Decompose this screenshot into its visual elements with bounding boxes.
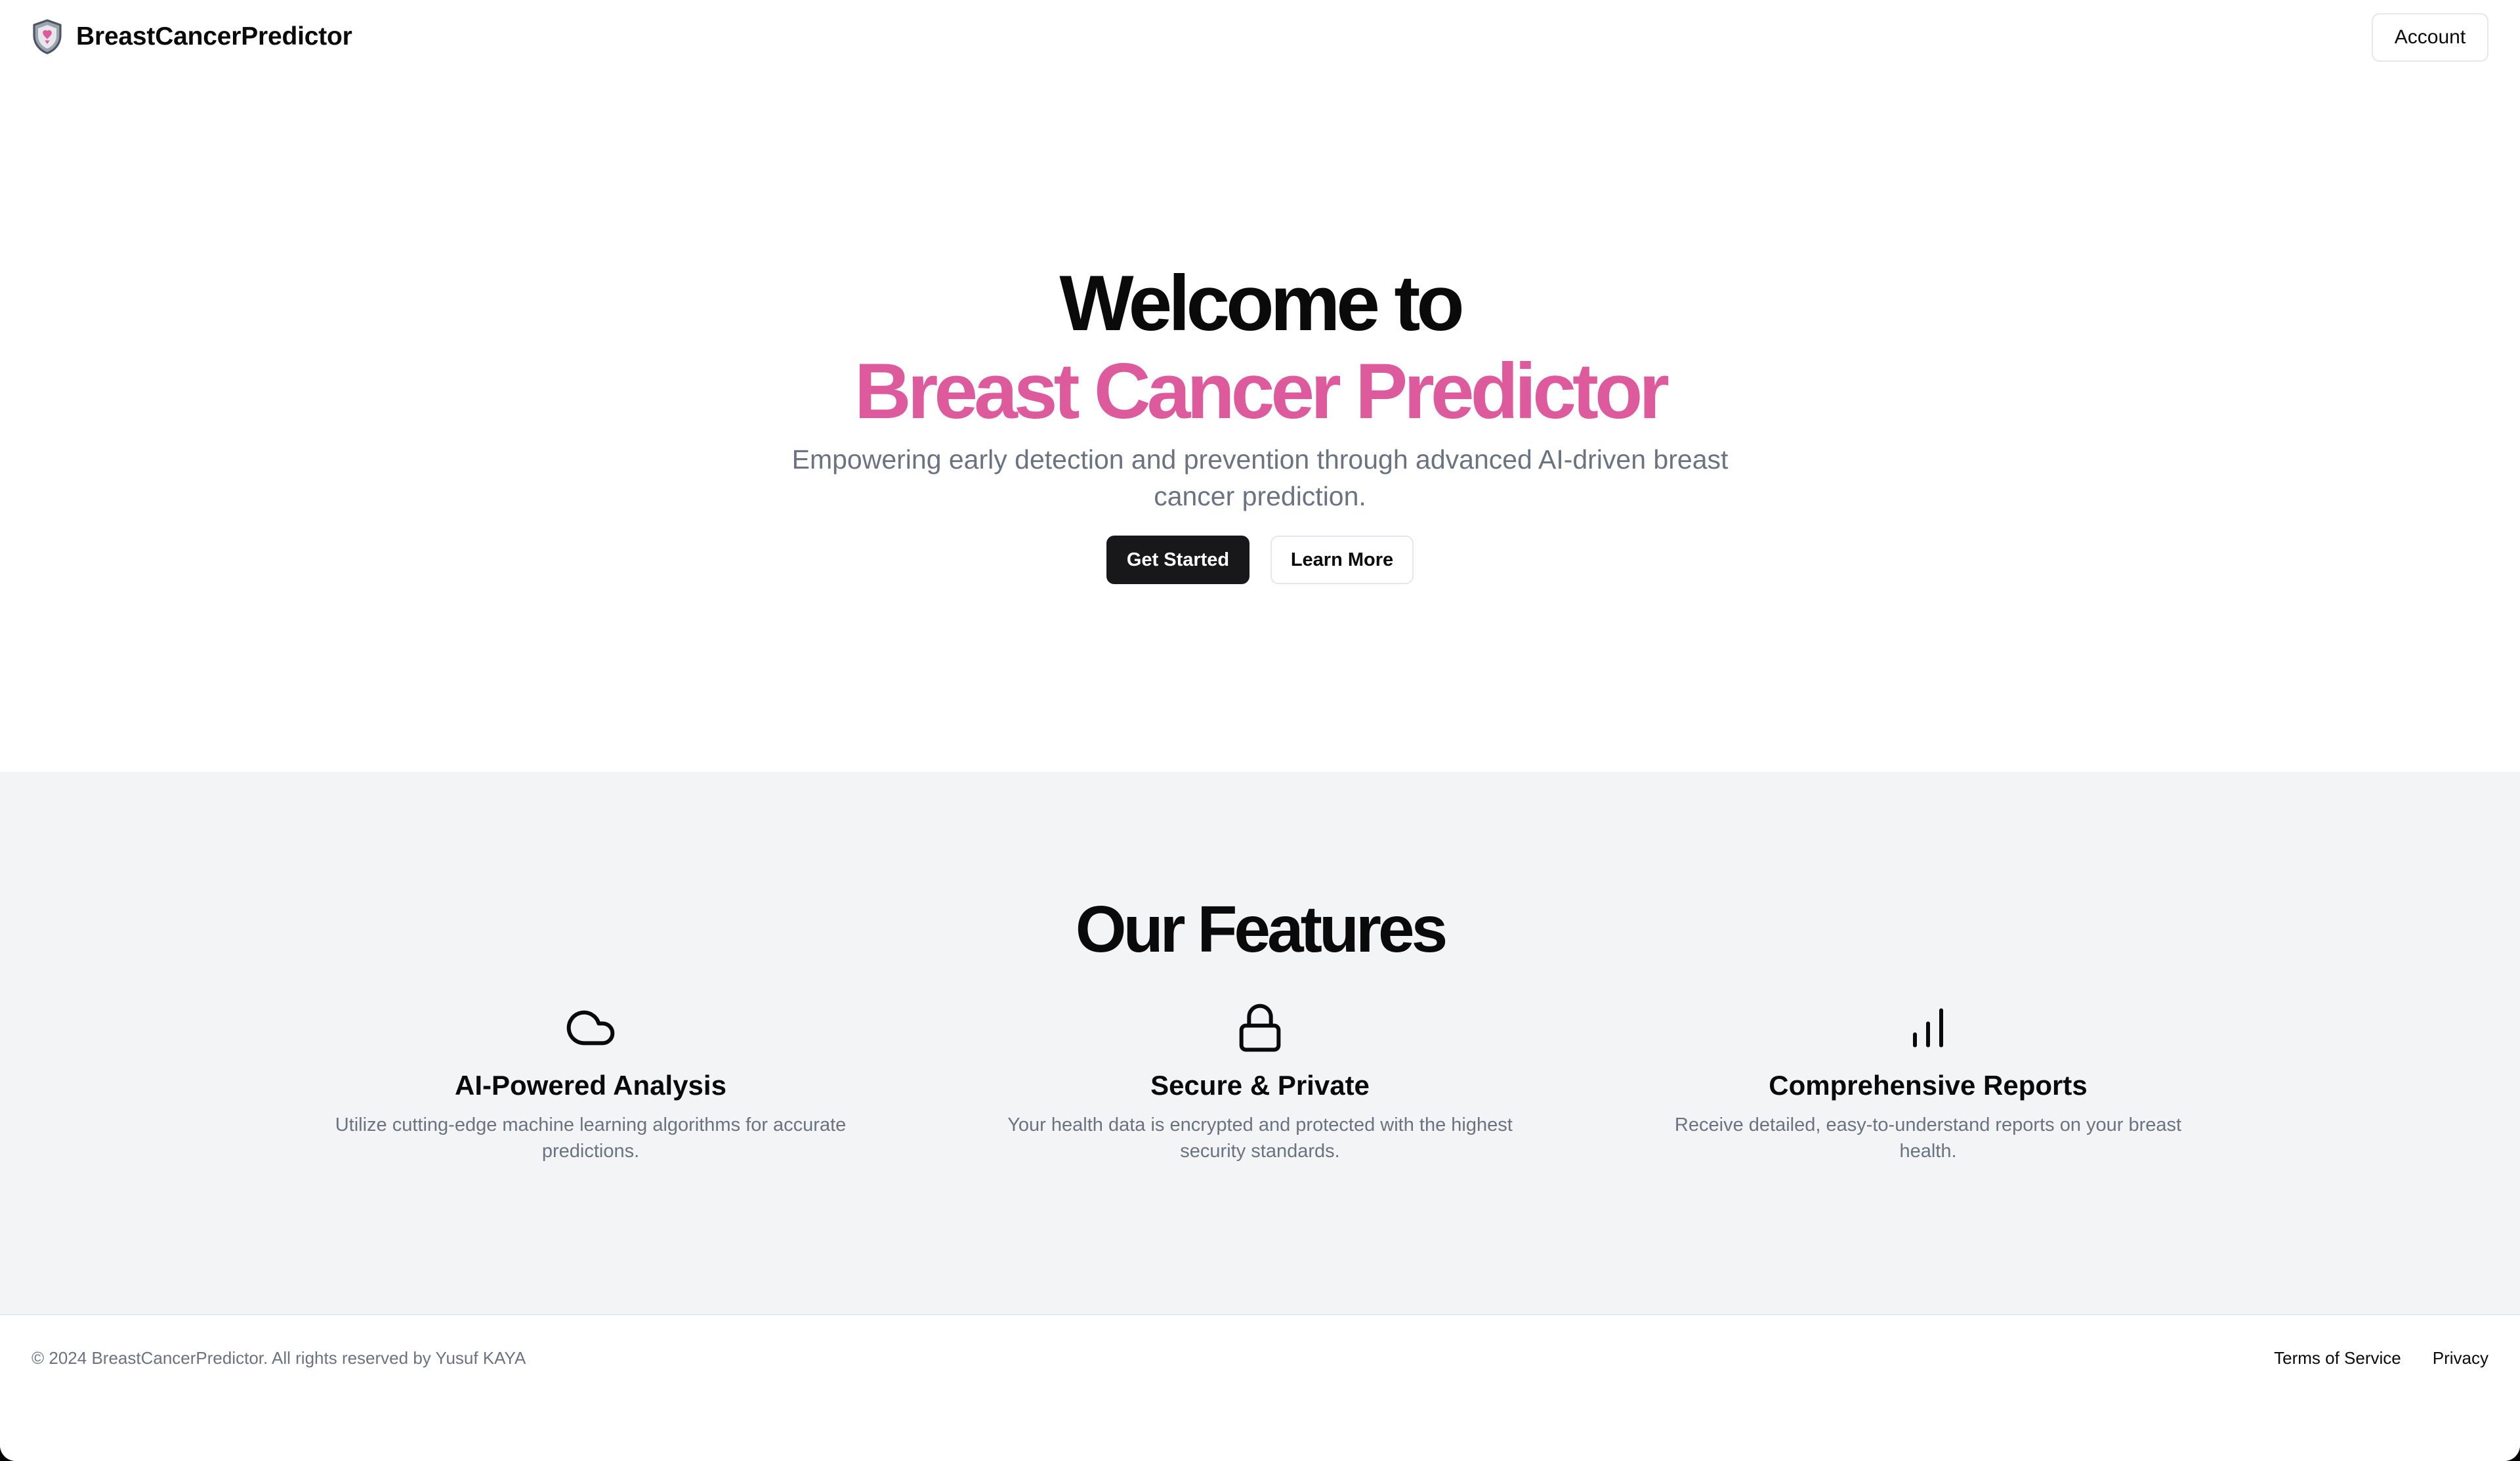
copyright-text: © 2024 BreastCancerPredictor. All rights… (32, 1348, 526, 1368)
feature-title: Secure & Private (1150, 1070, 1370, 1101)
hero-title-line1: Welcome to (1059, 259, 1464, 347)
brand-link[interactable]: BreastCancerPredictor (32, 18, 352, 55)
hero-subtitle: Empowering early detection and preventio… (791, 444, 1729, 511)
cloud-icon (566, 1010, 615, 1046)
footer: © 2024 BreastCancerPredictor. All rights… (0, 1314, 2520, 1461)
bar-chart-icon (1913, 1008, 1943, 1048)
brand-name: BreastCancerPredictor (76, 22, 352, 51)
feature-card-ai-analysis: AI-Powered Analysis Utilize cutting-edge… (308, 1002, 873, 1164)
feature-card-secure-private: Secure & Private Your health data is enc… (978, 1002, 1542, 1164)
feature-card-reports: Comprehensive Reports Receive detailed, … (1646, 1002, 2210, 1164)
feature-title: AI-Powered Analysis (455, 1070, 726, 1101)
shield-logo-icon (33, 19, 62, 54)
feature-title: Comprehensive Reports (1769, 1070, 2088, 1101)
hero-section: Welcome to Breast Cancer Predictor Empow… (0, 74, 2520, 772)
learn-more-button[interactable]: Learn More (1270, 536, 1414, 584)
features-title: Our Features (1075, 893, 1448, 966)
terms-of-service-link[interactable]: Terms of Service (2274, 1348, 2401, 1368)
feature-description: Your health data is encrypted and protec… (1007, 1114, 1513, 1162)
feature-description: Receive detailed, easy-to-understand rep… (1674, 1114, 2182, 1162)
top-navbar: BreastCancerPredictor Account (0, 0, 2520, 74)
features-section: Our Features AI-Powered Analysis Utilize… (0, 772, 2520, 1314)
lock-icon (1239, 1004, 1281, 1052)
footer-links: Terms of Service Privacy (2274, 1348, 2488, 1368)
privacy-link[interactable]: Privacy (2433, 1348, 2488, 1368)
hero-title-line2: Breast Cancer Predictor (854, 347, 1670, 435)
account-button[interactable]: Account (2372, 13, 2488, 62)
feature-description: Utilize cutting-edge machine learning al… (335, 1114, 847, 1162)
hero-actions: Get Started Learn More (0, 536, 2520, 584)
get-started-button[interactable]: Get Started (1106, 536, 1250, 584)
page: BreastCancerPredictor Account Welcome to… (0, 0, 2520, 1461)
